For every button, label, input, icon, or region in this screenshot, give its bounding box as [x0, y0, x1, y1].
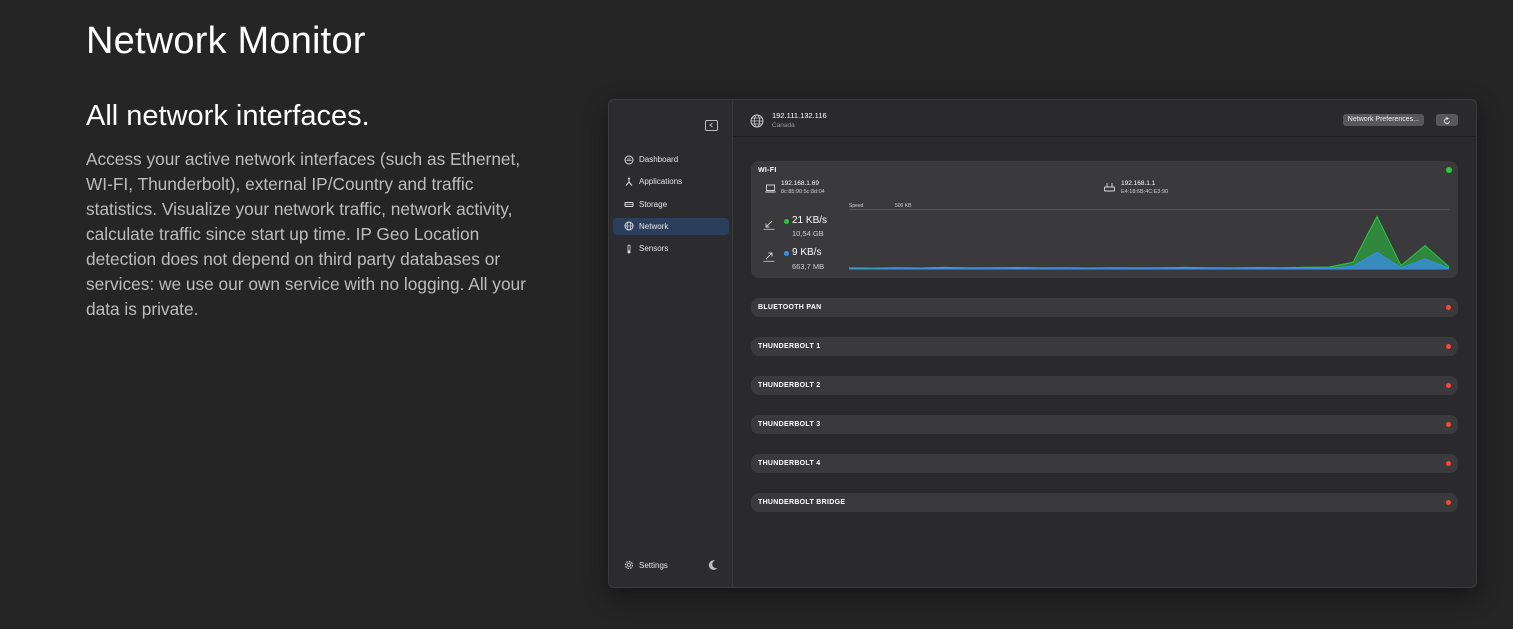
- globe-icon: [750, 114, 764, 133]
- download-icon: [763, 217, 775, 235]
- app-window: Dashboard Applications Storage Network S…: [608, 99, 1477, 588]
- interface-row[interactable]: THUNDERBOLT 2: [751, 376, 1458, 395]
- network-preferences-button[interactable]: Network Preferences...: [1342, 114, 1424, 126]
- sidebar-item-sensors[interactable]: Sensors: [613, 240, 729, 257]
- interface-row[interactable]: THUNDERBOLT BRIDGE: [751, 493, 1458, 512]
- network-icon: [624, 221, 634, 231]
- refresh-button[interactable]: [1436, 114, 1458, 126]
- upload-icon: [763, 249, 775, 267]
- sidebar-item-storage[interactable]: Storage: [613, 196, 729, 213]
- sidebar-item-label: Applications: [639, 177, 683, 187]
- router-ip: 192.168.1.1: [1121, 180, 1156, 187]
- refresh-icon: [1443, 113, 1451, 128]
- page-title: Network Monitor: [86, 20, 366, 62]
- sidebar-item-label: Network: [639, 221, 669, 231]
- interface-row[interactable]: THUNDERBOLT 1: [751, 337, 1458, 356]
- sidebar-nav: Dashboard Applications Storage Network S…: [613, 151, 729, 262]
- download-legend-dot: [784, 219, 789, 224]
- applications-icon: [624, 177, 634, 187]
- interface-label: THUNDERBOLT 2: [758, 382, 821, 389]
- local-mac: 8c:85:90:5c:8d:04: [781, 189, 825, 195]
- sidebar-item-dashboard[interactable]: Dashboard: [613, 151, 729, 168]
- dashboard-icon: [624, 155, 634, 165]
- sidebar: Dashboard Applications Storage Network S…: [609, 100, 733, 587]
- sidebar-item-applications[interactable]: Applications: [613, 173, 729, 190]
- moon-icon[interactable]: [707, 558, 719, 570]
- wifi-status-dot: [1446, 167, 1452, 173]
- thermometer-icon: [624, 244, 634, 254]
- header: 192.111.132.116 Canada Network Preferenc…: [733, 100, 1476, 137]
- interface-status-dot: [1446, 344, 1451, 349]
- local-ip: 192.168.1.69: [781, 180, 819, 187]
- sidebar-item-label: Dashboard: [639, 155, 679, 164]
- gear-icon: [624, 560, 634, 570]
- sidebar-item-network[interactable]: Network: [613, 217, 729, 235]
- download-rate: 21 KB/s: [792, 215, 828, 226]
- interface-row[interactable]: THUNDERBOLT 4: [751, 454, 1458, 473]
- laptop-icon: [765, 180, 776, 198]
- section-description: Access your active network interfaces (s…: [86, 149, 526, 319]
- section-title: All network interfaces.: [86, 100, 370, 132]
- interface-label: BLUETOOTH PAN: [758, 304, 822, 311]
- external-ip: 192.111.132.116: [772, 111, 827, 120]
- chart-divider: [849, 209, 1449, 210]
- download-total: 10,54 GB: [792, 229, 824, 238]
- interface-label: THUNDERBOLT 3: [758, 421, 821, 428]
- traffic-chart: [849, 215, 1449, 270]
- storage-icon: [624, 199, 634, 209]
- external-country: Canada: [772, 122, 795, 129]
- upload-legend-dot: [784, 251, 789, 256]
- interface-row[interactable]: THUNDERBOLT 3: [751, 415, 1458, 434]
- sidebar-item-label: Storage: [639, 199, 668, 209]
- wifi-card[interactable]: WI-FI 192.168.1.69 8c:85:90:5c:8d:04 192…: [751, 161, 1458, 278]
- interface-status-dot: [1446, 305, 1451, 310]
- interface-status-dot: [1446, 422, 1451, 427]
- upload-total: 663,7 MB: [792, 262, 825, 271]
- router-icon: [1104, 179, 1115, 197]
- settings-label: Settings: [639, 560, 668, 570]
- router-mac: E4:18:6B:4C:E3:90: [1121, 189, 1169, 195]
- interface-status-dot: [1446, 383, 1451, 388]
- settings-button[interactable]: Settings: [624, 558, 719, 572]
- interface-label: THUNDERBOLT 4: [758, 460, 821, 467]
- sidebar-item-label: Sensors: [639, 244, 669, 254]
- download-series-area: [849, 215, 1449, 270]
- interface-status-dot: [1446, 500, 1451, 505]
- main-content: 192.111.132.116 Canada Network Preferenc…: [733, 100, 1476, 587]
- interface-status-dot: [1446, 461, 1451, 466]
- interface-row[interactable]: BLUETOOTH PAN: [751, 298, 1458, 317]
- interface-label: THUNDERBOLT 1: [758, 343, 821, 350]
- interface-label: THUNDERBOLT BRIDGE: [758, 499, 846, 506]
- wifi-title: WI-FI: [758, 167, 777, 174]
- sidebar-toggle-icon[interactable]: [705, 120, 718, 131]
- upload-rate: 9 KB/s: [792, 247, 822, 258]
